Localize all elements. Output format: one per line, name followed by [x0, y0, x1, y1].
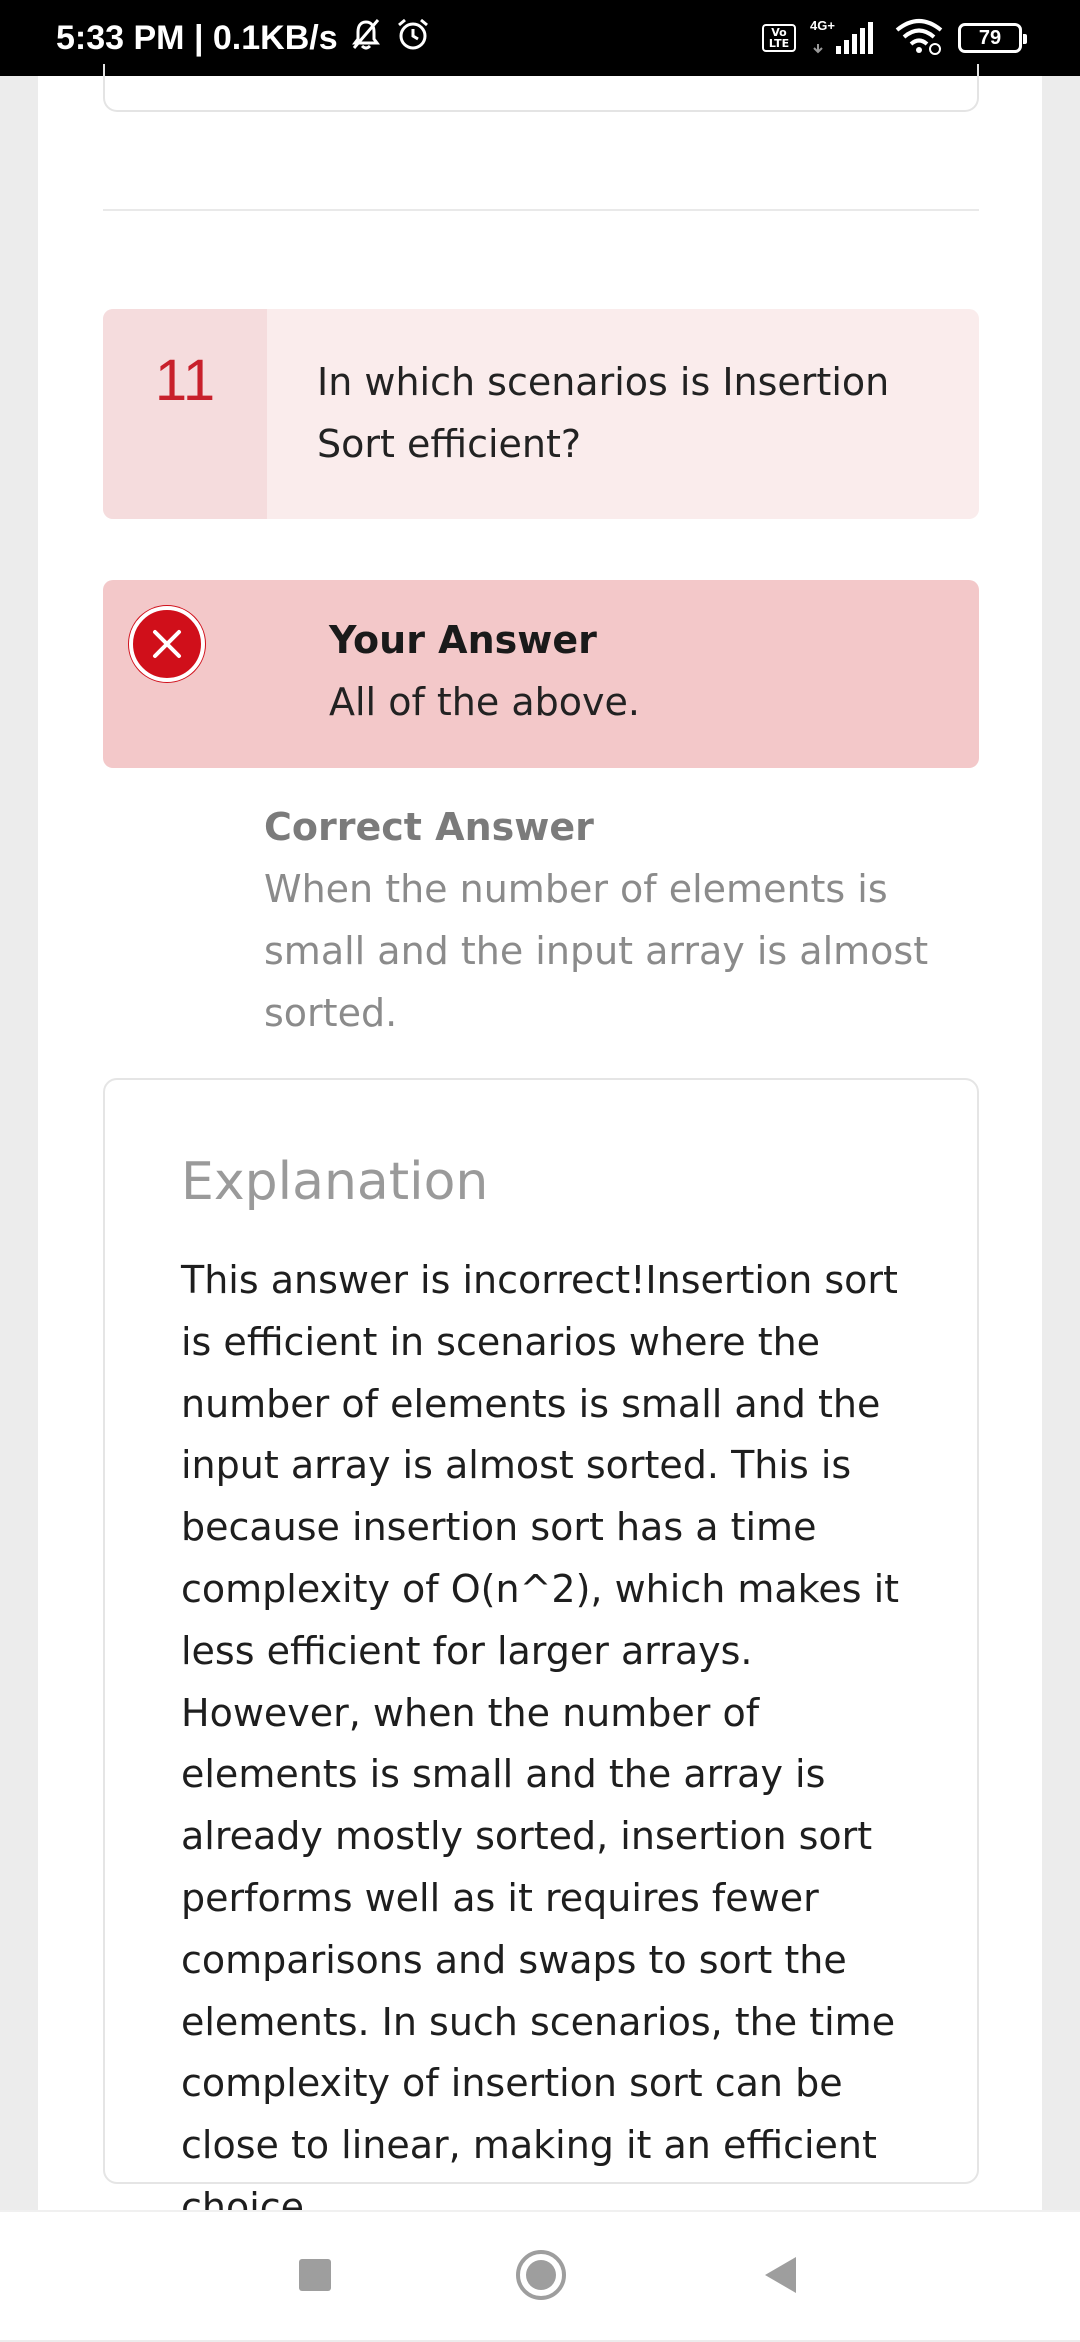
question-text: In which scenarios is Insertion Sort eff… [317, 360, 890, 466]
your-answer-card: Your Answer All of the above. [103, 580, 979, 768]
question-card: 11 In which scenarios is Insertion Sort … [103, 309, 979, 519]
correct-answer-block: Correct Answer When the number of elemen… [264, 800, 964, 1044]
volte-bottom: LTE [768, 37, 790, 50]
explanation-text: This answer is incorrect!Insertion sort … [181, 1258, 900, 2229]
recents-icon [297, 2257, 333, 2297]
your-answer-title: Your Answer [329, 618, 597, 662]
home-button[interactable] [486, 2212, 596, 2342]
volte-badge: Vo LTE [762, 24, 796, 52]
battery-level: 79 [978, 26, 1002, 49]
recents-button[interactable] [260, 2212, 370, 2342]
explanation-card: Explanation This answer is incorrect!Ins… [103, 1078, 979, 2229]
back-button[interactable] [726, 2212, 836, 2342]
battery-icon: 79 [958, 23, 1027, 53]
status-time-speed: 5:33 PM | 0.1KB/s [56, 18, 338, 57]
previous-card-edge [103, 64, 979, 112]
mute-bell-icon [348, 16, 384, 61]
correct-answer-text: When the number of elements is small and… [264, 867, 929, 1035]
navigation-bar [0, 2210, 1080, 2340]
alarm-icon [394, 15, 432, 62]
back-icon [762, 2255, 800, 2299]
question-number: 11 [103, 309, 267, 519]
signal-icon: 4G+ [810, 18, 880, 58]
home-icon [515, 2249, 567, 2305]
wifi-icon [894, 16, 944, 60]
question-divider [103, 209, 979, 211]
results-page: 11 In which scenarios is Insertion Sort … [38, 64, 1042, 2229]
your-answer-text: All of the above. [329, 680, 640, 724]
close-circle-icon [129, 606, 205, 682]
correct-answer-title: Correct Answer [264, 805, 594, 849]
explanation-title: Explanation [181, 1152, 489, 1212]
